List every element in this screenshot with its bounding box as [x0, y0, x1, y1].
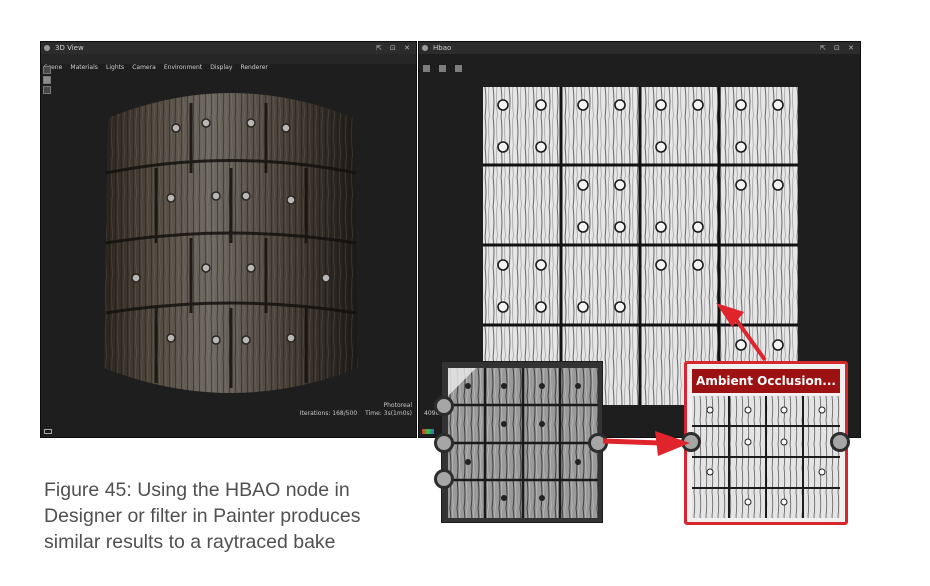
ao-node-thumbnail: [692, 396, 840, 518]
hbao-node-thumbnail: [448, 368, 598, 518]
time-label: Time: 3s(1m0s): [365, 410, 412, 417]
hbao-title: Hbao: [433, 44, 452, 52]
toolbar-icon[interactable]: [423, 65, 430, 72]
ambient-occlusion-node[interactable]: Ambient Occlusion...: [681, 361, 850, 525]
color-mode-icon[interactable]: [422, 429, 434, 434]
menu-lights[interactable]: Lights: [106, 63, 124, 73]
ao-output-port[interactable]: [830, 432, 850, 452]
hbao-input-port-2[interactable]: [434, 433, 454, 453]
view-icon: [422, 45, 428, 51]
3d-view-title: 3D View: [55, 44, 84, 52]
render-mode-label: Photoreal: [383, 402, 413, 409]
toolbar-icon[interactable]: [455, 65, 463, 72]
menu-materials[interactable]: Materials: [70, 63, 98, 73]
ambient-occlusion-node-title: Ambient Occlusion...: [692, 369, 840, 393]
window-buttons[interactable]: ⇱ ⊡ ✕: [820, 42, 857, 54]
hand-tool-icon[interactable]: [43, 76, 51, 84]
menu-environment[interactable]: Environment: [164, 63, 202, 73]
figure-caption: Figure 45: Using the HBAO node in Design…: [44, 479, 361, 553]
viewport-toolstrip: [43, 66, 52, 96]
hbao-node[interactable]: [434, 361, 608, 523]
view-icon: [44, 45, 50, 51]
viewport-bottom-icon[interactable]: [44, 429, 52, 434]
menu-renderer[interactable]: Renderer: [240, 63, 267, 73]
toolbar-icon[interactable]: [439, 65, 447, 72]
menu-camera[interactable]: Camera: [132, 63, 156, 73]
hbao-input-port-1[interactable]: [434, 396, 454, 416]
iterations-label: Iterations: 168/500: [299, 410, 358, 417]
hbao-output-port[interactable]: [588, 433, 608, 453]
3d-view-titlebar[interactable]: 3D View ⇱ ⊡ ✕: [41, 42, 416, 54]
wood-cylinder-render[interactable]: [96, 78, 366, 408]
3d-view-panel: 3D View ⇱ ⊡ ✕ Scene Materials Lights Cam…: [40, 41, 417, 438]
window-buttons[interactable]: ⇱ ⊡ ✕: [376, 42, 413, 54]
select-tool-icon[interactable]: [43, 66, 51, 74]
hbao-input-port-3[interactable]: [434, 469, 454, 489]
hbao-titlebar[interactable]: Hbao ⇱ ⊡ ✕: [419, 42, 860, 54]
ao-input-port[interactable]: [681, 432, 701, 452]
hbao-texture[interactable]: [483, 87, 798, 405]
menu-display[interactable]: Display: [210, 63, 232, 73]
render-status: Photoreal Iterations: 168/500 Time: 3s(1…: [300, 402, 412, 418]
3d-view-menubar: Scene Materials Lights Camera Environmen…: [41, 54, 416, 71]
ao-texture-image: [483, 87, 798, 405]
hbao-toolbar: [423, 57, 466, 72]
light-tool-icon[interactable]: [43, 86, 51, 94]
